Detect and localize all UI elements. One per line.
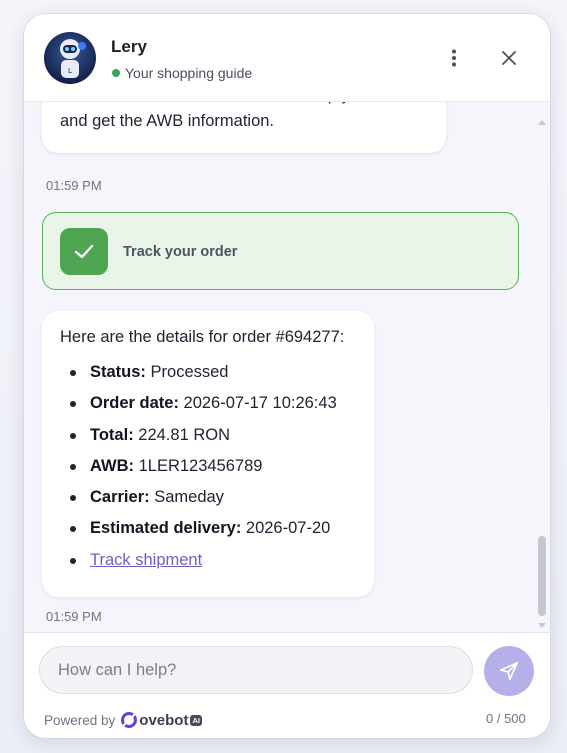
- powered-by: Powered by ovebot AI: [44, 711, 202, 729]
- character-counter: 0 / 500: [486, 711, 526, 726]
- detail-label: Status:: [90, 363, 146, 381]
- detail-value: 1LER123456789: [138, 456, 263, 475]
- bot-status-text: Your shopping guide: [125, 65, 253, 81]
- message-timestamp: 01:59 PM: [46, 609, 102, 624]
- close-icon: [502, 51, 516, 65]
- message-input[interactable]: [39, 646, 473, 694]
- send-icon: [499, 661, 519, 681]
- order-details-message: Here are the details for order #694277: …: [42, 311, 374, 597]
- close-button[interactable]: [494, 42, 524, 74]
- checkmark-icon: [60, 228, 108, 275]
- track-order-card[interactable]: Track your order: [42, 212, 519, 290]
- order-details-intro: Here are the details for order #694277:: [60, 328, 345, 346]
- bot-message: Please fill in the form below to look up…: [42, 102, 446, 153]
- message-timestamp: 01:59 PM: [46, 178, 102, 193]
- scroll-up-arrow-icon[interactable]: [538, 120, 546, 125]
- brand-badge: AI: [190, 714, 202, 726]
- detail-label: AWB:: [90, 456, 134, 475]
- detail-value: Sameday: [154, 488, 224, 507]
- send-button[interactable]: [484, 646, 534, 696]
- avatar-letter: L: [68, 67, 72, 75]
- more-options-button[interactable]: [439, 42, 469, 74]
- robot-icon: L: [60, 39, 86, 78]
- bot-avatar: L: [44, 32, 96, 84]
- order-details-list: Status: Processed Order date: 2026-07-17…: [60, 363, 337, 582]
- message-list[interactable]: Please fill in the form below to look up…: [24, 102, 550, 632]
- detail-value: 2026-07-17 10:26:43: [183, 394, 337, 413]
- message-text: Please fill in the form below to look up…: [60, 102, 417, 130]
- brand-logo-icon: [121, 712, 138, 728]
- list-item: Order date: 2026-07-17 10:26:43: [60, 394, 337, 425]
- track-order-label: Track your order: [123, 244, 238, 260]
- message-composer: Powered by ovebot AI 0 / 500: [24, 632, 550, 738]
- detail-value: 2026-07-20: [245, 519, 331, 538]
- scrollbar-thumb[interactable]: [538, 536, 546, 616]
- list-item: Status: Processed: [60, 363, 337, 394]
- detail-label: Carrier:: [90, 488, 150, 507]
- brand-name: ovebot: [139, 711, 189, 729]
- detail-label: Order date:: [90, 394, 179, 413]
- track-shipment-link[interactable]: Track shipment: [90, 551, 202, 569]
- scroll-down-arrow-icon[interactable]: [538, 623, 546, 628]
- detail-value: Processed: [150, 363, 229, 381]
- kebab-menu-icon: [452, 49, 456, 67]
- detail-value: 224.81 RON: [138, 425, 230, 444]
- chat-widget: L Lery Your shopping guide Please fill i…: [24, 14, 550, 738]
- detail-label: Total:: [90, 425, 134, 444]
- list-item: Estimated delivery: 2026-07-20: [60, 519, 337, 550]
- detail-label: Estimated delivery:: [90, 519, 242, 538]
- powered-by-label: Powered by: [44, 712, 116, 728]
- online-status-dot: [112, 69, 120, 77]
- list-item: Carrier: Sameday: [60, 488, 337, 519]
- list-item: AWB: 1LER123456789: [60, 457, 337, 488]
- list-item: Total: 224.81 RON: [60, 426, 337, 457]
- list-item: Track shipment: [60, 551, 337, 582]
- brand-logo[interactable]: ovebot AI: [120, 711, 202, 729]
- bot-name: Lery: [111, 37, 147, 56]
- chat-header: L Lery Your shopping guide: [24, 14, 550, 102]
